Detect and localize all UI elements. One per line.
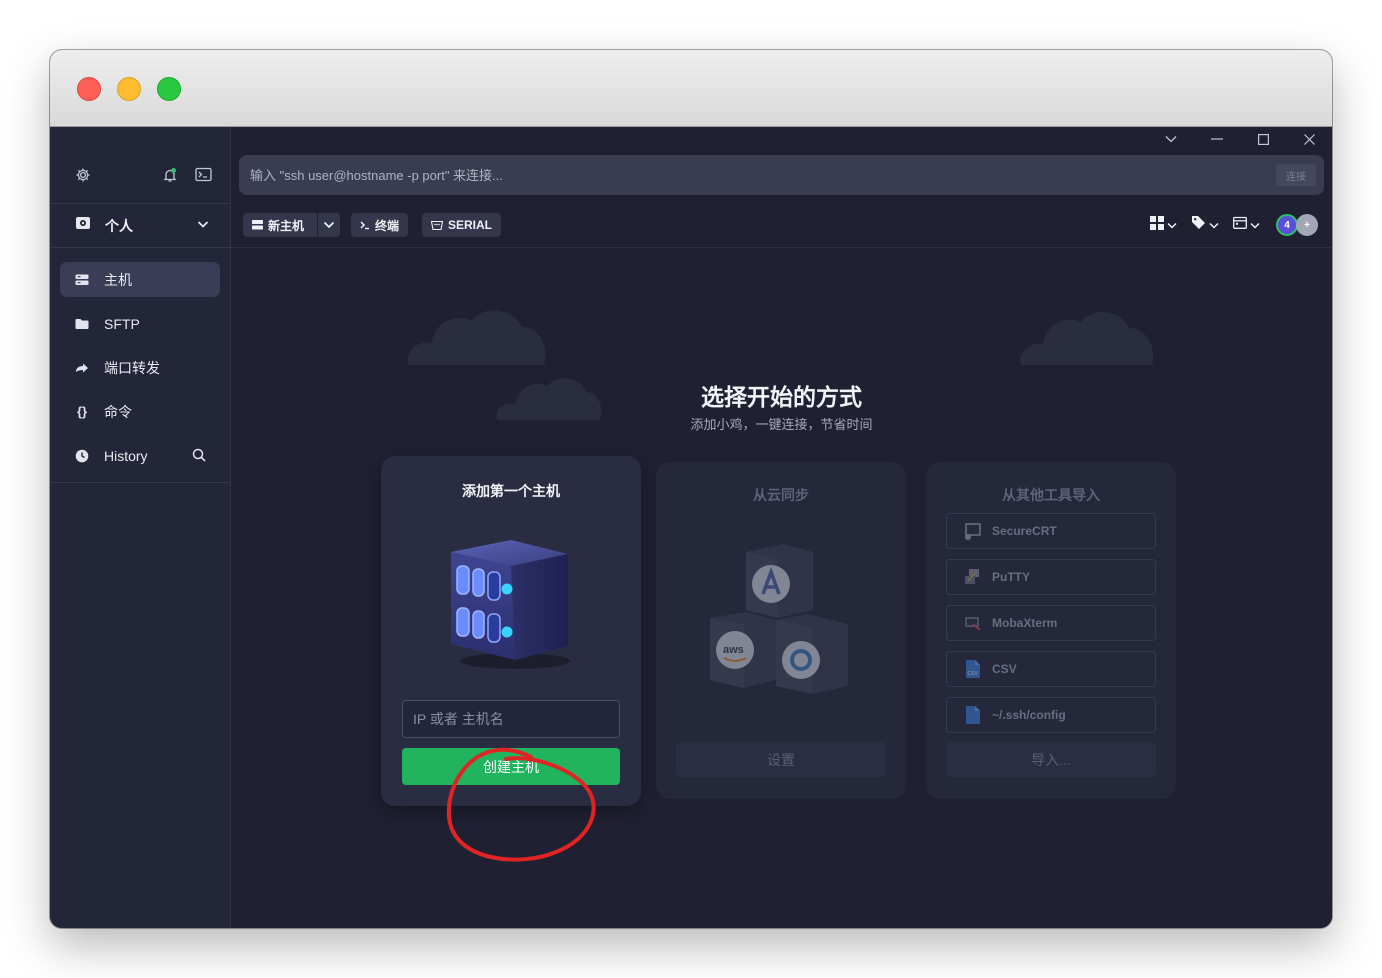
port-forward-icon [75, 362, 89, 374]
title-bar [50, 50, 1332, 127]
chevron-down-icon [196, 217, 210, 236]
close-window-button[interactable] [77, 77, 101, 101]
serial-port-icon [431, 220, 443, 230]
terminal-icon [360, 220, 370, 230]
zoom-window-button[interactable] [157, 77, 181, 101]
import-securecrt-button[interactable]: SecureCRT [946, 513, 1156, 549]
sidebar-item-port-forwarding[interactable]: 端口转发 [60, 350, 220, 385]
sidebar-nav: 主机 SFTP 端口转发 {} 命令 History [50, 248, 230, 483]
folder-icon [75, 318, 89, 330]
window-controls [1148, 127, 1332, 153]
import-mobaxterm-button[interactable]: MobaXterm [946, 605, 1156, 641]
terminal-icon[interactable] [195, 167, 212, 185]
sidebar-item-label: 命令 [104, 403, 132, 420]
server-icon [75, 274, 89, 286]
import-item-label: CSV [992, 662, 1017, 676]
import-card: 从其他工具导入 SecureCRT PuTTY MobaXterm CSV CS… [926, 462, 1176, 799]
tag-filter[interactable] [1191, 215, 1219, 235]
new-host-dropdown[interactable] [318, 213, 340, 237]
import-putty-button[interactable]: PuTTY [946, 559, 1156, 595]
sidebar-item-label: History [104, 447, 148, 464]
host-address-input[interactable] [402, 700, 620, 738]
file-icon [963, 705, 983, 725]
sidebar-item-history[interactable]: History [60, 438, 220, 473]
chevron-down-icon [1167, 216, 1177, 234]
page-subtitle: 添加小鸡，一键连接，节省时间 [690, 417, 873, 432]
securecrt-icon [963, 521, 983, 541]
add-host-card: 添加第一个主机 IP 或者 主机名 创建主机 [381, 456, 641, 806]
toolbar: 新主机 终端 SERIAL 4 + [243, 213, 1320, 237]
serial-label: SERIAL [448, 218, 493, 232]
braces-icon: {} [76, 404, 88, 419]
import-item-label: MobaXterm [992, 616, 1058, 630]
search-icon[interactable] [192, 448, 206, 465]
vault-icon [75, 215, 91, 236]
svg-text:aws: aws [723, 644, 744, 656]
minimize-icon[interactable] [1194, 127, 1240, 151]
sync-setup-button[interactable]: 设置 [676, 742, 886, 777]
page-title: 选择开始的方式 [701, 384, 862, 410]
maximize-icon[interactable] [1240, 127, 1286, 151]
layout-view-toggle[interactable] [1150, 215, 1177, 235]
add-member-avatar[interactable]: + [1296, 214, 1318, 236]
sidebar-divider [50, 482, 230, 483]
mobaxterm-icon [963, 613, 983, 633]
connect-button[interactable]: 连接 [1276, 164, 1316, 186]
cloud-sync-card: 从云同步 aws 设置 [656, 462, 906, 799]
sort-menu[interactable] [1233, 216, 1260, 234]
toolbar-divider [231, 247, 1332, 248]
add-host-card-title: 添加第一个主机 [462, 483, 560, 499]
svg-text:CSV: CSV [968, 671, 979, 677]
app-window: 个人 主机 SFTP 端口转发 {} 命令 History 输入 "ssh us… [50, 50, 1332, 928]
server-illustration-icon [451, 540, 570, 669]
putty-icon [963, 567, 983, 587]
vault-selector[interactable]: 个人 [50, 204, 230, 248]
server-icon [252, 220, 263, 230]
sidebar-top [50, 127, 230, 204]
quick-connect-input[interactable] [250, 167, 1276, 183]
import-item-label: ~/.ssh/config [992, 708, 1066, 722]
chevron-down-icon [323, 218, 335, 232]
notification-bell-icon[interactable] [162, 167, 178, 186]
sidebar-item-hosts[interactable]: 主机 [60, 262, 220, 297]
create-host-button[interactable]: 创建主机 [402, 748, 620, 785]
import-item-label: SecureCRT [992, 524, 1057, 538]
new-host-label: 新主机 [268, 218, 305, 233]
sidebar: 个人 主机 SFTP 端口转发 {} 命令 History [50, 127, 231, 928]
close-icon[interactable] [1286, 127, 1332, 151]
clock-icon [75, 449, 89, 463]
sidebar-item-label: 主机 [104, 271, 132, 288]
terminal-button[interactable]: 终端 [351, 213, 409, 237]
sidebar-item-label: SFTP [104, 315, 140, 332]
csv-file-icon: CSV [963, 659, 983, 679]
import-item-label: PuTTY [992, 570, 1030, 584]
toolbar-right: 4 + [1136, 213, 1320, 237]
chevron-down-icon [1209, 216, 1219, 234]
main-panel: 连接 新主机 终端 SERIAL [231, 127, 1332, 928]
grid-view-icon [1150, 215, 1164, 235]
new-host-button[interactable]: 新主机 [243, 213, 317, 237]
cloud-icon [408, 310, 546, 365]
settings-gear-icon[interactable] [75, 167, 91, 186]
cloud-providers-illustration-icon: aws [710, 544, 848, 694]
sidebar-item-label: 端口转发 [104, 359, 160, 376]
quick-connect-bar: 连接 [239, 155, 1324, 195]
sidebar-item-snippets[interactable]: {} 命令 [60, 394, 220, 429]
cloud-icon [1020, 312, 1154, 365]
import-csv-button[interactable]: CSV CSV [946, 651, 1156, 687]
terminal-label: 终端 [375, 218, 400, 233]
sidebar-item-sftp[interactable]: SFTP [60, 306, 220, 341]
minimize-window-button[interactable] [117, 77, 141, 101]
import-ssh-config-button[interactable]: ~/.ssh/config [946, 697, 1156, 733]
chevron-down-icon [1250, 216, 1260, 234]
team-count-avatar: 4 [1276, 214, 1298, 236]
tag-icon [1191, 215, 1206, 235]
dropdown-chevron-icon[interactable] [1148, 127, 1194, 151]
import-more-button[interactable]: 导入... [946, 742, 1156, 777]
calendar-icon [1233, 216, 1247, 234]
vault-label: 个人 [105, 217, 133, 234]
import-card-title: 从其他工具导入 [1002, 487, 1100, 503]
serial-button[interactable]: SERIAL [422, 213, 502, 237]
cloud-sync-card-title: 从云同步 [753, 487, 809, 503]
